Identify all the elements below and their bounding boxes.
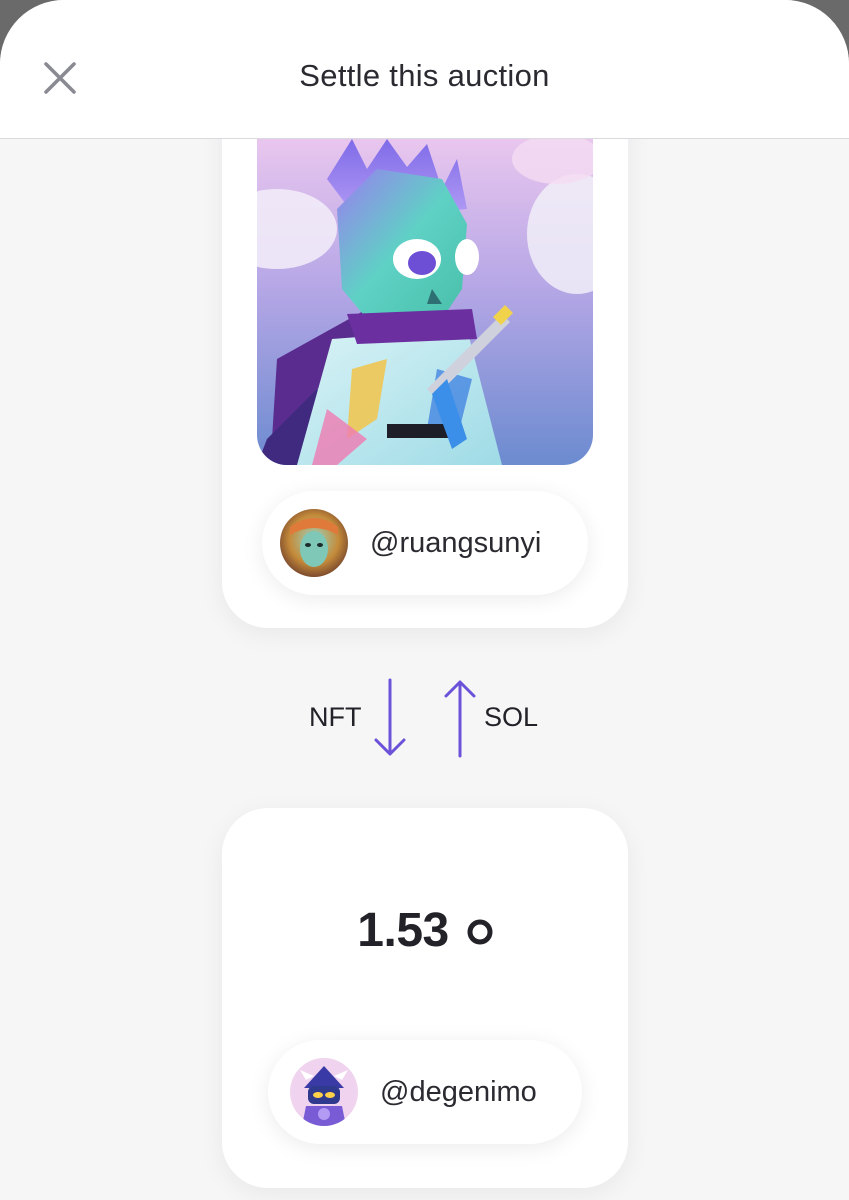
sol-coin-icon bbox=[467, 919, 493, 945]
bidder-avatar bbox=[290, 1058, 358, 1126]
nft-artwork bbox=[257, 139, 593, 465]
nft-image[interactable] bbox=[257, 139, 593, 465]
sol-label: SOL bbox=[484, 702, 539, 732]
swap-indicator: NFT SOL bbox=[0, 676, 849, 760]
nft-label: NFT bbox=[309, 702, 362, 732]
sheet-header: Settle this auction bbox=[0, 0, 849, 139]
seller-pill[interactable]: @ruangsunyi bbox=[262, 491, 588, 595]
bid-amount: 1.53 bbox=[357, 903, 449, 957]
bidder-pill[interactable]: @degenimo bbox=[268, 1040, 582, 1144]
settle-auction-sheet: Settle this auction @ruangsunyi NFT SOL … bbox=[0, 0, 849, 1200]
page-title: Settle this auction bbox=[299, 58, 550, 93]
bidder-handle: @degenimo bbox=[380, 1075, 537, 1108]
bid-amount-row: 1.53 bbox=[222, 900, 628, 960]
arrow-up-icon bbox=[444, 680, 476, 758]
arrow-down-icon bbox=[374, 678, 406, 756]
seller-avatar bbox=[280, 509, 348, 577]
seller-handle: @ruangsunyi bbox=[370, 526, 542, 559]
